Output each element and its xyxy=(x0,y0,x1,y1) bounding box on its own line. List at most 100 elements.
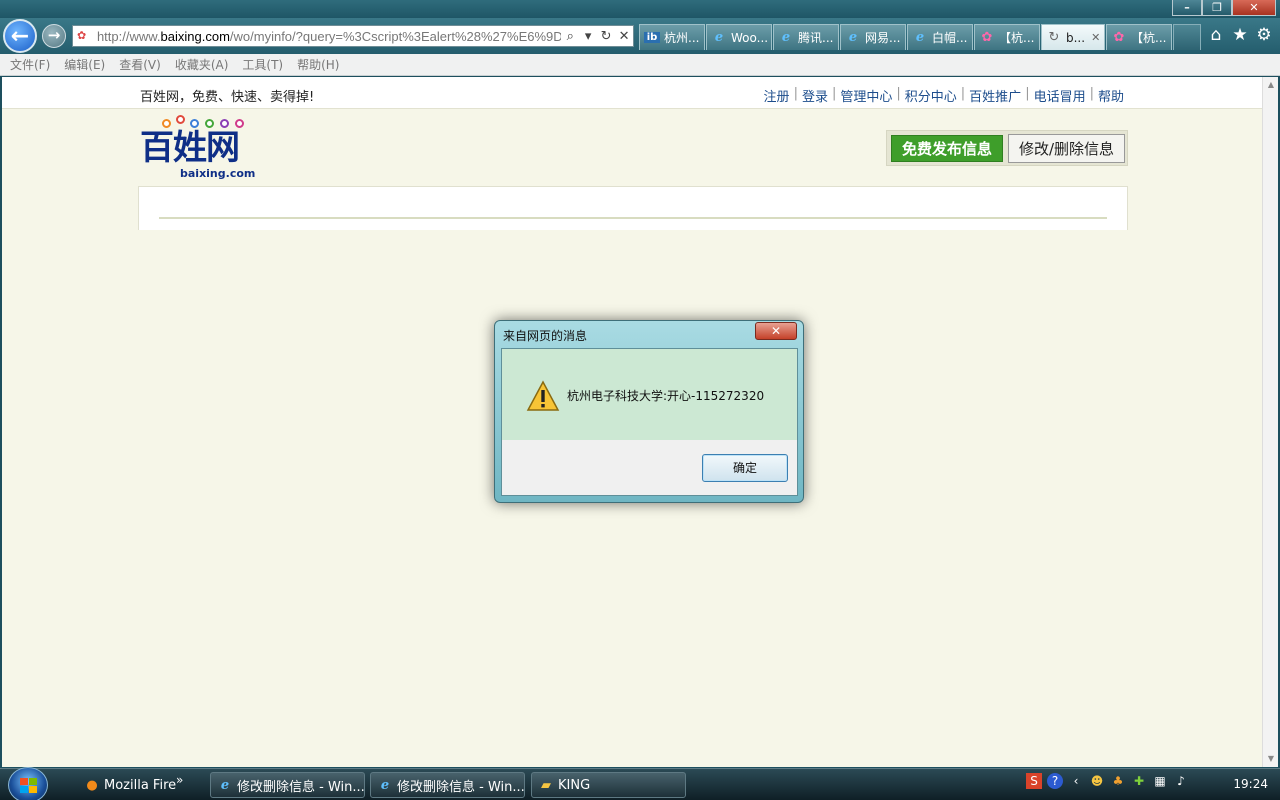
top-link[interactable]: 电话冒用 xyxy=(1034,86,1086,105)
volume-icon[interactable]: ♪ xyxy=(1173,773,1189,789)
favorites-star-icon[interactable]: ★ xyxy=(1232,25,1248,45)
qq-icon[interactable]: ☻ xyxy=(1089,773,1105,789)
top-link[interactable]: 登录 xyxy=(802,86,828,105)
scroll-down-icon[interactable]: ▼ xyxy=(1263,751,1279,767)
close-window-button[interactable]: ✕ xyxy=(1232,0,1276,16)
network-icon[interactable]: ▦ xyxy=(1152,773,1168,789)
ie-icon: e xyxy=(915,30,925,45)
sogou-icon[interactable]: S xyxy=(1026,773,1042,789)
taskbar-button-label: 修改删除信息 - Win... xyxy=(397,779,525,795)
dialog-message: 杭州电子科技大学:开心-115272320 xyxy=(567,389,765,403)
logo-dot xyxy=(176,115,185,124)
arrow-left-icon: ← xyxy=(10,24,30,49)
browser-tab[interactable]: ✿ 【杭... xyxy=(1106,24,1172,50)
logo-dot xyxy=(235,119,244,128)
menu-item[interactable]: 收藏夹(A) xyxy=(175,56,229,73)
quicklaunch-more-icon[interactable]: » xyxy=(176,773,183,787)
window-controls: – ❐ ✕ xyxy=(1172,0,1276,16)
gear-icon[interactable]: ⚙ xyxy=(1256,25,1272,45)
taskbar-button[interactable]: e 修改删除信息 - Win... xyxy=(210,772,365,798)
dialog-message-area: 杭州电子科技大学:开心-115272320 xyxy=(502,349,797,440)
browser-tools: ⌂ ★ ⚙ xyxy=(1208,25,1272,45)
new-tab-button[interactable] xyxy=(1173,24,1201,50)
link-separator: | xyxy=(1089,86,1094,101)
taskbar-button[interactable]: e 修改删除信息 - Win... xyxy=(370,772,525,798)
content-divider xyxy=(159,217,1107,219)
taskbar-button-label: Mozilla Fire xyxy=(104,777,177,793)
user-icon[interactable]: ♣ xyxy=(1110,773,1126,789)
tab-label: b... xyxy=(1066,30,1086,45)
vertical-scrollbar[interactable]: ▲ ▼ xyxy=(1262,77,1278,767)
logo-dot xyxy=(162,119,171,128)
menu-bar: 文件(F) 编辑(E) 查看(V) 收藏夹(A) 工具(T) 帮助(H) xyxy=(0,54,1280,76)
stop-icon[interactable]: ✕ xyxy=(615,29,633,44)
top-link[interactable]: 积分中心 xyxy=(905,86,957,105)
taskbar-button-label: KING xyxy=(558,777,591,793)
restore-button[interactable]: ❐ xyxy=(1202,0,1232,16)
ok-button[interactable]: 确定 xyxy=(702,454,788,482)
taskbar-button[interactable]: ● Mozilla Fire xyxy=(78,772,188,798)
site-flower-icon: ✿ xyxy=(1113,30,1125,45)
link-separator: | xyxy=(960,86,966,101)
dialog-title: 来自网页的消息 xyxy=(503,329,588,343)
tray-expand-icon[interactable]: ‹ xyxy=(1068,773,1084,789)
forward-button[interactable]: → xyxy=(42,24,66,48)
site-slogan: 百姓网，免费、快速、卖得掉! xyxy=(140,90,315,105)
minimize-button[interactable]: – xyxy=(1172,0,1202,16)
link-separator: | xyxy=(793,86,798,101)
tab-label: Woo... xyxy=(731,30,769,45)
menu-item[interactable]: 文件(F) xyxy=(10,56,50,73)
site-flower-icon: ✿ xyxy=(981,30,993,45)
baixing-logo[interactable]: 百姓网 baixing.com xyxy=(140,115,256,181)
site-topline: 百姓网，免费、快速、卖得掉! 注册 | 登录 | 管理中心 | 积分中心 | 百姓推广 | 电话冒用… xyxy=(2,77,1262,109)
window-titlebar: – ❐ ✕ xyxy=(0,0,1280,18)
clock[interactable]: 19:24 xyxy=(1233,777,1268,791)
browser-tab[interactable]: ✿ 【杭... xyxy=(974,24,1040,50)
top-link[interactable]: 注册 xyxy=(764,86,790,105)
top-links: 注册 | 登录 | 管理中心 | 积分中心 | 百姓推广 | 电话冒用 | 帮助 xyxy=(764,86,1124,105)
logo-dot xyxy=(190,119,199,128)
tab-strip: ib 杭州... e Woo... e 腾讯... e 网易... e 白帽... ✿ 【杭... ↻ b… xyxy=(639,24,1201,51)
menu-item[interactable]: 查看(V) xyxy=(119,56,161,73)
dropdown-icon[interactable]: ▾ xyxy=(579,29,597,44)
add-icon[interactable]: ✚ xyxy=(1131,773,1147,789)
menu-item[interactable]: 帮助(H) xyxy=(297,56,339,73)
home-icon[interactable]: ⌂ xyxy=(1208,25,1224,45)
tab-label: 网易... xyxy=(865,31,901,45)
back-button[interactable]: ← xyxy=(3,19,37,53)
arrow-right-icon: → xyxy=(47,26,61,44)
tab-label: 【杭... xyxy=(1131,31,1167,45)
menu-item[interactable]: 编辑(E) xyxy=(64,56,105,73)
address-url[interactable]: http://www.baixing.com/wo/myinfo/?query=… xyxy=(97,29,561,44)
post-free-info-button[interactable]: 免费发布信息 xyxy=(891,135,1003,162)
browser-tab[interactable]: e Woo... xyxy=(706,24,772,50)
tab-label: 杭州... xyxy=(664,31,700,45)
tab-close-icon[interactable]: ✕ xyxy=(1091,31,1100,44)
tab-label: 【杭... xyxy=(999,31,1035,45)
browser-tab[interactable]: ib 杭州... xyxy=(639,24,705,50)
folder-icon: ▰ xyxy=(541,777,551,793)
scroll-up-icon[interactable]: ▲ xyxy=(1263,77,1279,93)
loading-icon: ↻ xyxy=(1048,30,1060,45)
browser-tab[interactable]: e 白帽... xyxy=(907,24,973,50)
help-icon[interactable]: ? xyxy=(1047,773,1063,789)
taskbar-button[interactable]: ▰ KING xyxy=(531,772,686,798)
link-separator: | xyxy=(1025,86,1030,101)
browser-tab[interactable]: e 网易... xyxy=(840,24,906,50)
top-link[interactable]: 管理中心 xyxy=(840,86,892,105)
tab-label: 白帽... xyxy=(932,31,968,45)
flag-quadrant xyxy=(29,778,37,785)
firefox-icon: ● xyxy=(86,777,98,793)
link-separator: | xyxy=(831,86,837,101)
address-bar[interactable]: ✿ http://www.baixing.com/wo/myinfo/?quer… xyxy=(72,25,634,47)
start-button[interactable] xyxy=(8,767,48,800)
browser-tab[interactable]: ↻ b... ✕ xyxy=(1041,24,1105,50)
dialog-close-button[interactable]: ✕ xyxy=(755,322,797,340)
refresh-icon[interactable]: ↻ xyxy=(597,29,615,44)
top-link[interactable]: 百姓推广 xyxy=(969,86,1021,105)
menu-item[interactable]: 工具(T) xyxy=(242,56,283,73)
browser-tab[interactable]: e 腾讯... xyxy=(773,24,839,50)
search-icon[interactable]: ⌕ xyxy=(561,29,579,44)
edit-delete-info-button[interactable]: 修改/删除信息 xyxy=(1008,134,1125,163)
top-link[interactable]: 帮助 xyxy=(1098,86,1124,105)
